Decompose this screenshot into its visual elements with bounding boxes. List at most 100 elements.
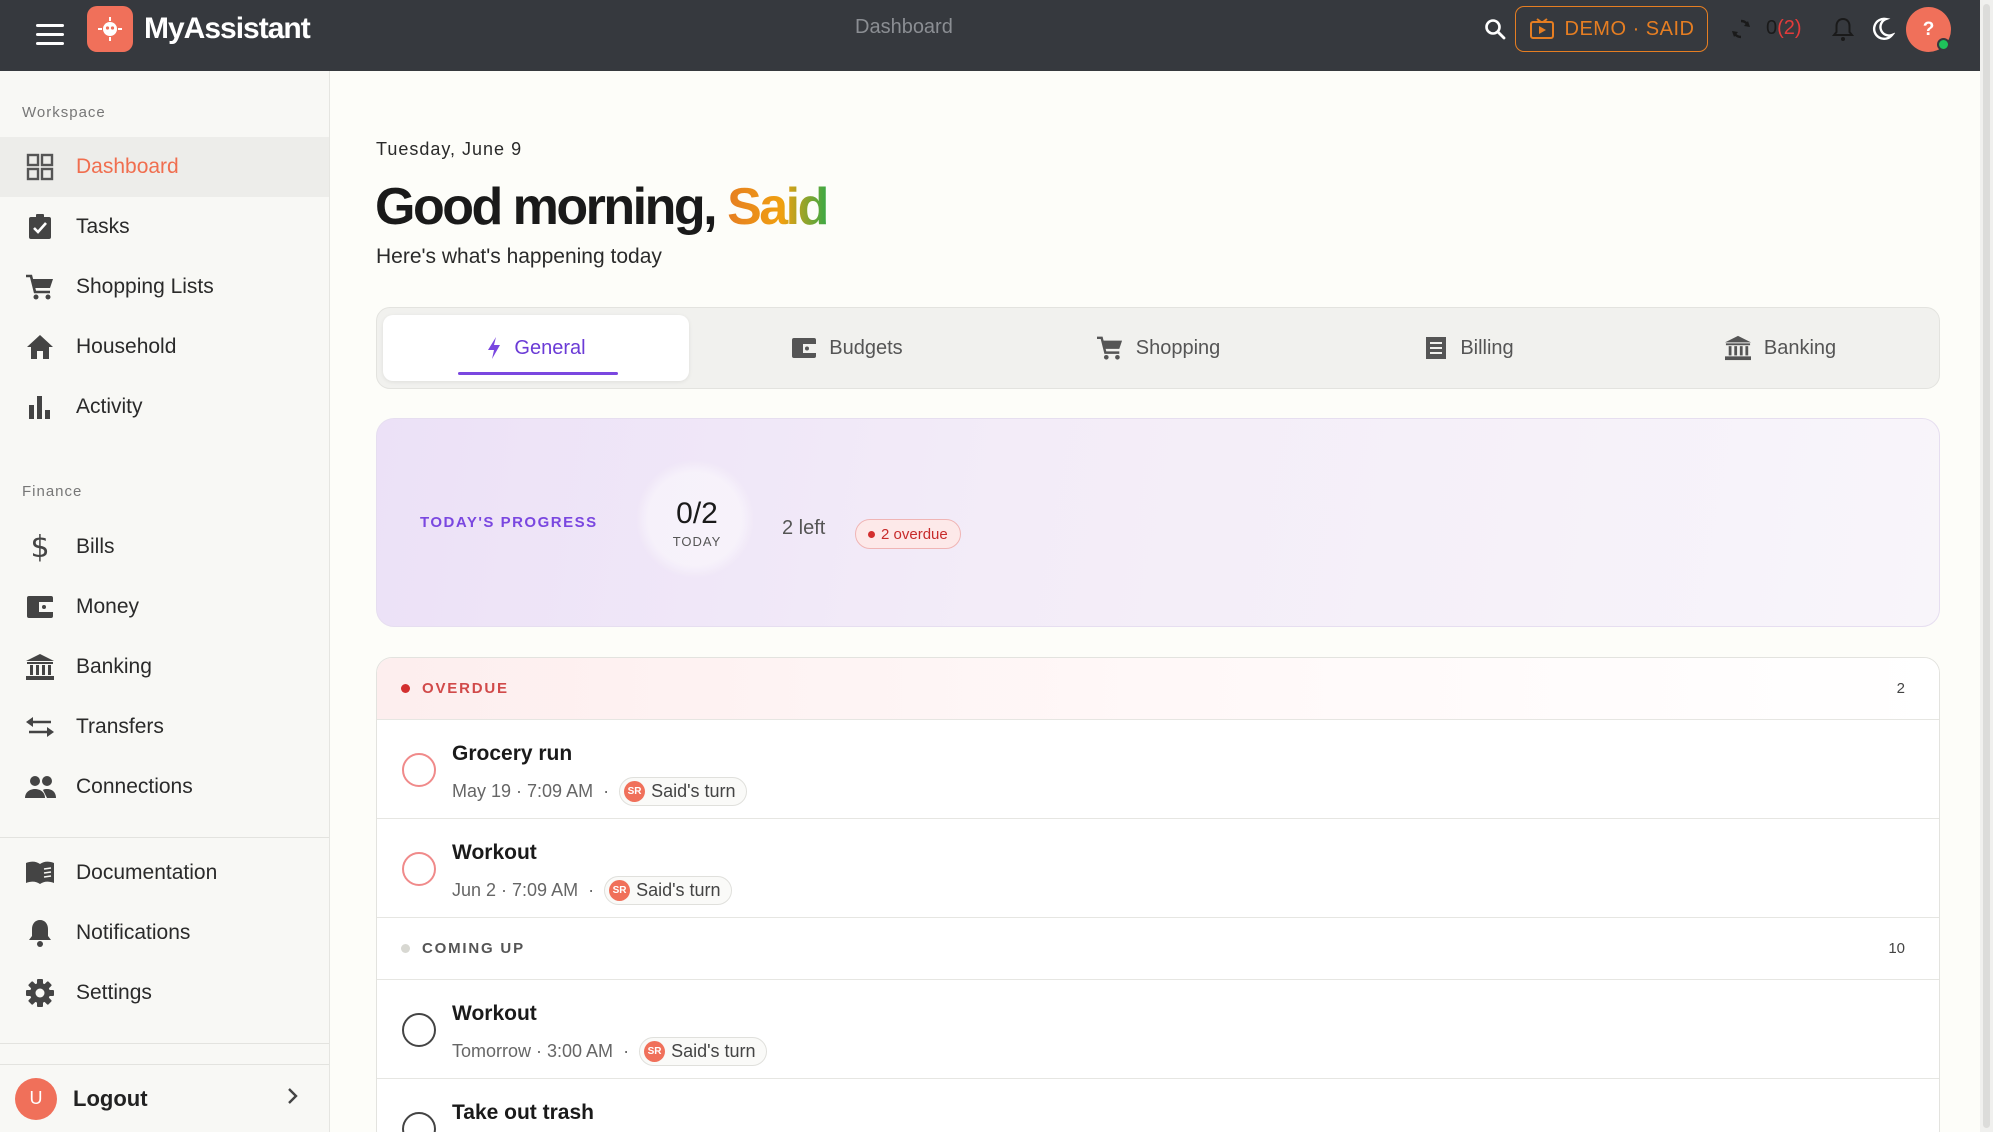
wallet-icon xyxy=(792,338,817,358)
task-meta: May 19 · 7:09 AM · SR Said's turn xyxy=(452,777,747,806)
sidebar-item-label: Transfers xyxy=(76,715,164,738)
task-checkbox[interactable] xyxy=(402,753,436,787)
dollar-icon: $ xyxy=(30,529,50,565)
demo-label: DEMO · SAID xyxy=(1564,17,1695,40)
sidebar-item-dashboard[interactable]: Dashboard xyxy=(0,137,329,197)
search-icon[interactable] xyxy=(1479,13,1511,45)
bar-chart-icon xyxy=(24,391,56,423)
tab-active-indicator xyxy=(458,372,618,375)
demo-user-button[interactable]: DEMO · SAID xyxy=(1515,6,1708,52)
group-header-overdue[interactable]: OVERDUE 2 xyxy=(377,658,1939,720)
gear-icon xyxy=(24,977,56,1009)
tab-budgets[interactable]: Budgets xyxy=(697,315,997,381)
scrollbar-thumb[interactable] xyxy=(1983,4,1990,1128)
sidebar-item-notifications[interactable]: Notifications xyxy=(0,903,329,963)
progress-count: 0/2 xyxy=(676,497,718,530)
greeting-heading: Good morning, Said xyxy=(375,177,829,237)
sidebar-item-label: Settings xyxy=(76,981,152,1004)
sync-status: 0(2) xyxy=(1766,17,1802,40)
task-checkbox[interactable] xyxy=(402,1112,436,1132)
assignee-avatar: SR xyxy=(624,781,646,802)
cart-icon xyxy=(1096,336,1122,360)
overdue-badge[interactable]: 2 overdue xyxy=(855,519,961,549)
tab-label: Banking xyxy=(1763,336,1837,359)
group-name: COMING UP xyxy=(422,940,525,957)
task-row[interactable]: Workout Jun 2 · 7:09 AM · SR Said's turn xyxy=(377,819,1939,918)
task-due-time: Jun 2 · 7:09 AM xyxy=(452,880,579,900)
people-icon xyxy=(24,771,56,803)
sync-count: 0 xyxy=(1766,17,1778,39)
sidebar-section-finance: Finance xyxy=(22,483,83,500)
turn-chip[interactable]: SR Said's turn xyxy=(639,1037,767,1066)
group-name: OVERDUE xyxy=(422,680,509,697)
sidebar-item-documentation[interactable]: Documentation xyxy=(0,843,329,903)
sidebar-item-activity[interactable]: Activity xyxy=(0,377,329,437)
tab-billing[interactable]: Billing xyxy=(1319,315,1619,381)
turn-label: Said's turn xyxy=(651,781,736,801)
turn-chip[interactable]: SR Said's turn xyxy=(604,876,732,905)
task-title: Grocery run xyxy=(452,742,573,765)
sidebar-item-transfers[interactable]: Transfers xyxy=(0,697,329,757)
bolt-icon xyxy=(488,337,501,359)
page-scrollbar[interactable] xyxy=(1980,0,1993,1132)
logo-icon[interactable] xyxy=(87,6,133,52)
bank-icon xyxy=(24,651,56,683)
turn-label: Said's turn xyxy=(636,880,721,900)
task-checkbox[interactable] xyxy=(402,1013,436,1047)
sidebar-item-label: Bills xyxy=(76,535,115,558)
dark-mode-icon[interactable] xyxy=(1866,13,1898,45)
dashboard-tabs: General Budgets Shopping Billing Banking xyxy=(376,307,1940,389)
group-count: 2 xyxy=(1896,680,1905,697)
task-title: Workout xyxy=(452,1002,537,1025)
sidebar-item-tasks[interactable]: Tasks xyxy=(0,197,329,257)
bell-icon xyxy=(24,917,56,949)
sidebar-item-label: Banking xyxy=(76,655,152,678)
task-title: Take out trash xyxy=(452,1101,594,1124)
group-header-coming-up[interactable]: COMING UP 10 xyxy=(377,918,1939,980)
tasks-left: 2 left xyxy=(782,517,826,539)
task-meta: Jun 2 · 7:09 AM · SR Said's turn xyxy=(452,876,732,905)
sidebar-item-shopping-lists[interactable]: Shopping Lists xyxy=(0,257,329,317)
sidebar-item-banking[interactable]: Banking xyxy=(0,637,329,697)
overdue-dot xyxy=(868,530,875,538)
task-row[interactable]: Take out trash xyxy=(377,1079,1939,1132)
task-list-panel: OVERDUE 2 Grocery run May 19 · 7:09 AM ·… xyxy=(376,657,1940,1132)
sync-icon[interactable] xyxy=(1726,14,1756,44)
tab-banking[interactable]: Banking xyxy=(1627,315,1933,381)
turn-chip[interactable]: SR Said's turn xyxy=(619,777,747,806)
group-status-dot xyxy=(401,944,410,953)
tab-general[interactable]: General xyxy=(383,315,689,381)
sidebar-item-label: Shopping Lists xyxy=(76,275,214,298)
sidebar-item-connections[interactable]: Connections xyxy=(0,757,329,817)
greeting-text: Good morning, xyxy=(375,178,728,236)
logout-button[interactable]: U Logout xyxy=(0,1064,329,1132)
sidebar-item-label: Connections xyxy=(76,775,193,798)
sidebar-item-settings[interactable]: Settings xyxy=(0,963,329,1023)
task-due-time: May 19 · 7:09 AM xyxy=(452,781,594,801)
todays-progress-card: TODAY'S PROGRESS 0/2 TODAY 2 left 2 over… xyxy=(376,418,1940,627)
brand-name[interactable]: MyAssistant xyxy=(144,12,311,46)
task-checkbox[interactable] xyxy=(402,852,436,886)
bell-icon[interactable] xyxy=(1828,14,1858,44)
sidebar-item-bills[interactable]: $ Bills xyxy=(0,517,329,577)
task-row[interactable]: Workout Tomorrow · 3:00 AM · SR Said's t… xyxy=(377,980,1939,1079)
sidebar-section-workspace: Workspace xyxy=(22,104,106,121)
tab-label: Shopping xyxy=(1135,336,1221,359)
transfer-icon xyxy=(24,711,56,743)
sidebar-divider xyxy=(0,1043,329,1044)
sidebar-divider xyxy=(0,837,329,838)
progress-count-caption: TODAY xyxy=(672,534,722,549)
wallet-icon xyxy=(24,591,56,623)
tab-shopping[interactable]: Shopping xyxy=(1005,315,1311,381)
chevron-right-icon xyxy=(286,1086,300,1111)
assignee-avatar: SR xyxy=(644,1041,666,1062)
tab-label: Budgets xyxy=(829,336,903,359)
menu-icon[interactable] xyxy=(36,18,68,50)
sidebar-item-money[interactable]: Money xyxy=(0,577,329,637)
task-title: Workout xyxy=(452,841,537,864)
home-icon xyxy=(24,331,56,363)
task-row[interactable]: Grocery run May 19 · 7:09 AM · SR Said's… xyxy=(377,720,1939,819)
sidebar: Workspace Dashboard Tasks Shopping Lists… xyxy=(0,71,330,1132)
meta-separator: · xyxy=(588,880,595,900)
sidebar-item-household[interactable]: Household xyxy=(0,317,329,377)
